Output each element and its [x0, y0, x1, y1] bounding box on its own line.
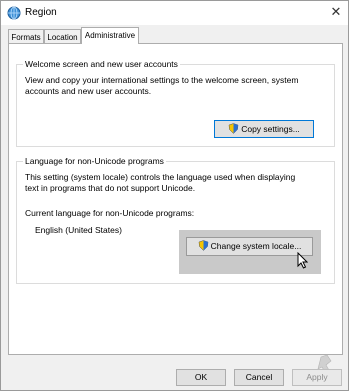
cancel-label: Cancel: [245, 372, 273, 382]
tab-administrative[interactable]: Administrative: [81, 27, 139, 44]
title-bar: Region ✕: [1, 1, 348, 25]
close-icon: ✕: [330, 4, 342, 19]
current-language-label: Current language for non-Unicode program…: [25, 208, 195, 218]
unicode-description-line1: This setting (system locale) controls th…: [25, 172, 296, 182]
cancel-button[interactable]: Cancel: [234, 369, 284, 386]
unicode-group-title: Language for non-Unicode programs: [23, 156, 166, 166]
close-button[interactable]: ✕: [328, 4, 344, 20]
copy-settings-button[interactable]: Copy settings...: [214, 120, 314, 138]
tab-location-label: Location: [47, 33, 78, 42]
welcome-description-line1: View and copy your international setting…: [25, 75, 299, 85]
current-language-value: English (United States): [35, 225, 122, 235]
window-title: Region: [25, 7, 57, 18]
uac-shield-icon: [228, 123, 239, 134]
welcome-description-line2: accounts and new user accounts.: [25, 86, 152, 96]
welcome-group: Welcome screen and new user accounts Vie…: [16, 59, 335, 147]
globe-clock-icon: [7, 6, 21, 20]
ok-label: OK: [194, 372, 208, 382]
apply-label: Apply: [306, 372, 328, 382]
region-dialog: Region ✕ Formats Location Administrative…: [0, 0, 349, 391]
change-system-locale-label: Change system locale...: [210, 241, 302, 251]
unicode-description-line2: text in programs that do not support Uni…: [25, 183, 196, 193]
apply-button[interactable]: Apply: [292, 369, 342, 386]
tab-formats[interactable]: Formats: [8, 29, 44, 44]
ok-button[interactable]: OK: [176, 369, 226, 386]
welcome-group-title: Welcome screen and new user accounts: [23, 59, 180, 69]
tab-administrative-label: Administrative: [84, 31, 136, 40]
administrative-panel: Welcome screen and new user accounts Vie…: [8, 43, 343, 355]
mouse-pointer-icon: [297, 252, 308, 269]
tab-location[interactable]: Location: [44, 29, 81, 44]
change-system-locale-button[interactable]: Change system locale...: [186, 237, 313, 256]
copy-settings-label: Copy settings...: [241, 124, 300, 134]
uac-shield-icon: [198, 240, 208, 251]
tab-formats-label: Formats: [11, 33, 41, 42]
